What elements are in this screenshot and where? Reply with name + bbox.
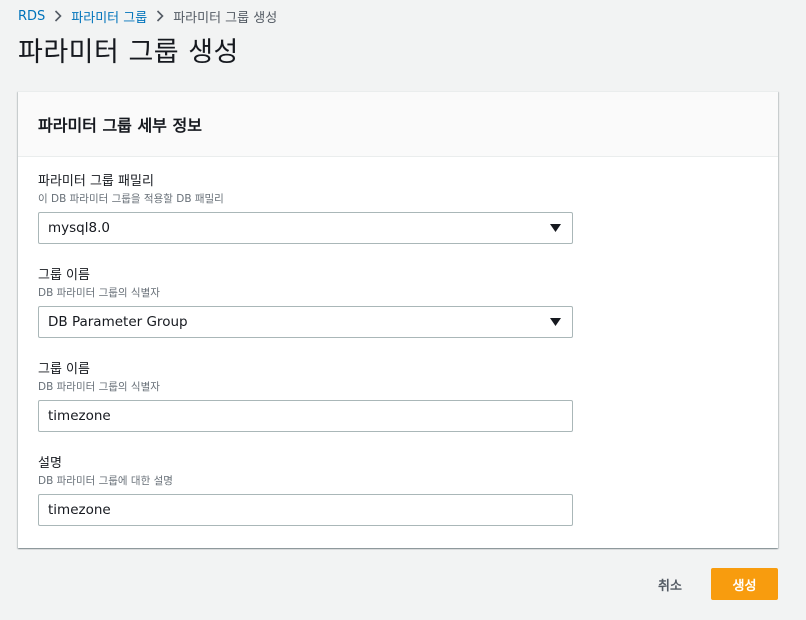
page-title: 파라미터 그룹 생성 <box>18 37 239 68</box>
parameter-group-details-panel: 파라미터 그룹 세부 정보 파라미터 그룹 패밀리 이 DB 파라미터 그룹을 … <box>18 91 778 548</box>
field-label: 그룹 이름 <box>38 362 90 377</box>
caret-down-icon <box>550 318 561 327</box>
group-type-field: 그룹 이름 DB 파라미터 그룹의 식별자 DB Parameter Group <box>38 268 573 338</box>
group-name-input[interactable] <box>38 400 573 432</box>
breadcrumb-item-rds[interactable]: RDS <box>18 9 45 24</box>
field-label: 파라미터 그룹 패밀리 <box>38 174 154 189</box>
breadcrumb-item-current: 파라미터 그룹 생성 <box>173 10 278 26</box>
caret-down-icon <box>550 224 561 233</box>
field-description: 이 DB 파라미터 그룹을 적용할 DB 패밀리 <box>38 193 224 205</box>
field-description: DB 파라미터 그룹에 대한 설명 <box>38 475 173 487</box>
breadcrumb: RDS 파라미터 그룹 파라미터 그룹 생성 <box>18 6 277 26</box>
chevron-right-icon <box>149 6 171 26</box>
select-value: DB Parameter Group <box>48 314 188 330</box>
group-name-field: 그룹 이름 DB 파라미터 그룹의 식별자 <box>38 362 573 432</box>
parameter-group-family-field: 파라미터 그룹 패밀리 이 DB 파라미터 그룹을 적용할 DB 패밀리 mys… <box>38 174 573 244</box>
description-input[interactable] <box>38 494 573 526</box>
field-label: 그룹 이름 <box>38 268 90 283</box>
field-description: DB 파라미터 그룹의 식별자 <box>38 381 160 393</box>
breadcrumb-item-parameter-groups[interactable]: 파라미터 그룹 <box>71 7 147 26</box>
chevron-right-icon <box>47 6 69 26</box>
cancel-button[interactable]: 취소 <box>642 568 698 600</box>
field-description: DB 파라미터 그룹의 식별자 <box>38 287 160 299</box>
create-button[interactable]: 생성 <box>711 568 778 600</box>
description-field: 설명 DB 파라미터 그룹에 대한 설명 <box>38 456 573 526</box>
panel-header: 파라미터 그룹 세부 정보 <box>18 92 778 157</box>
group-type-select[interactable]: DB Parameter Group <box>38 306 573 338</box>
select-value: mysql8.0 <box>48 220 110 236</box>
field-label: 설명 <box>38 456 62 471</box>
parameter-group-family-select[interactable]: mysql8.0 <box>38 212 573 244</box>
panel-title: 파라미터 그룹 세부 정보 <box>38 116 202 135</box>
